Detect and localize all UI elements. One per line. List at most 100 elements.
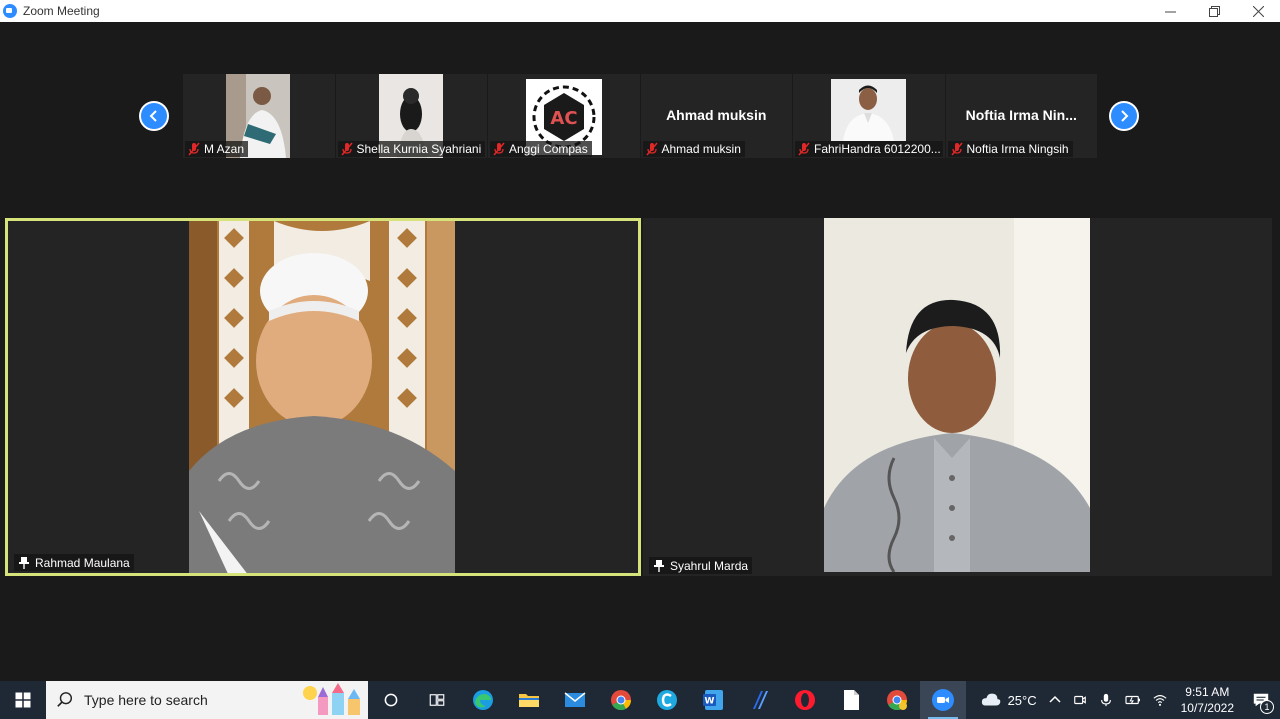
participant-thumbnail[interactable]: M Azan (183, 74, 335, 158)
search-highlight-icon (303, 683, 360, 715)
participant-name: Shella Kurnia Syahriani (356, 142, 482, 156)
meet-now-icon (1073, 695, 1086, 705)
taskbar-app-word[interactable]: W (690, 681, 736, 719)
participant-video (831, 79, 906, 141)
speaker-name: Rahmad Maulana (35, 555, 130, 570)
taskbar-app-edge[interactable] (460, 681, 506, 719)
microphone-icon (1100, 693, 1111, 707)
zoom-icon (932, 689, 954, 711)
participant-thumbnail[interactable]: FahriHandra 6012200... (793, 74, 945, 158)
taskbar-app-pen[interactable] (736, 681, 782, 719)
pen-app-icon (753, 691, 768, 709)
participant-label: Noftia Irma Ningsih (947, 141, 1073, 157)
cortana-button[interactable] (368, 681, 414, 719)
participant-thumbnail[interactable]: Shella Kurnia Syahriani (335, 74, 487, 158)
zoom-app-icon (3, 4, 17, 18)
restore-icon (1208, 5, 1220, 17)
task-view-button[interactable] (414, 681, 460, 719)
clock-time: 9:51 AM (1185, 685, 1230, 699)
taskbar-search[interactable] (46, 681, 368, 719)
battery-button[interactable] (1119, 681, 1147, 719)
close-button[interactable] (1236, 0, 1280, 22)
previous-page-button[interactable] (139, 101, 169, 131)
edge-icon (473, 690, 493, 710)
notification-center-button[interactable]: 1 (1242, 681, 1280, 719)
clock-date: 10/7/2022 (1180, 701, 1234, 715)
muted-mic-icon (493, 142, 505, 156)
taskbar-app-chrome[interactable] (598, 681, 644, 719)
participant-name: Anggi Compas (509, 142, 588, 156)
search-icon (57, 692, 73, 707)
main-video-speaker[interactable]: Rahmad Maulana (5, 218, 641, 576)
taskbar-app-c[interactable] (644, 681, 690, 719)
taskbar-app-file-explorer[interactable] (506, 681, 552, 719)
cortana-icon (384, 693, 398, 707)
window-controls (1148, 0, 1280, 22)
restore-button[interactable] (1192, 0, 1236, 22)
weather-temperature: 25°C (1007, 692, 1037, 708)
taskbar-app-zoom[interactable] (920, 681, 966, 719)
close-icon (1252, 5, 1264, 17)
pin-icon (654, 559, 664, 572)
system-tray: 25°C 9:51 AM 10/7/2022 1 (974, 681, 1280, 719)
participant-name: Ahmad muksin (661, 142, 741, 156)
participant-thumbnail[interactable]: Noftia Irma Nin... Noftia Irma Ningsih (945, 74, 1097, 158)
muted-mic-icon (188, 142, 200, 156)
chevron-right-icon (1121, 110, 1129, 122)
participant-name: Syahrul Marda (670, 558, 749, 573)
participant-label: M Azan (185, 141, 249, 157)
wifi-button[interactable] (1147, 681, 1173, 719)
notification-badge: 1 (1260, 700, 1274, 714)
taskbar-clock[interactable]: 9:51 AM 10/7/2022 (1173, 684, 1242, 716)
muted-mic-icon (798, 142, 810, 156)
muted-mic-icon (950, 142, 963, 156)
c-app-icon (657, 690, 677, 710)
chevron-left-icon (149, 110, 157, 122)
next-page-button[interactable] (1109, 101, 1139, 131)
windows-start-icon (15, 692, 31, 708)
opera-icon (795, 690, 815, 710)
chevron-up-icon (1049, 695, 1061, 703)
muted-mic-icon (645, 142, 658, 156)
participant-thumbnail[interactable]: Ahmad muksin Ahmad muksin (640, 74, 792, 158)
weather-widget[interactable]: 25°C (974, 681, 1043, 719)
participant-name: FahriHandra 6012200... (814, 142, 941, 156)
participant-label: Anggi Compas (490, 141, 592, 157)
main-video-participant[interactable]: Syahrul Marda (643, 218, 1272, 576)
thumbnail-strip: M Azan Shella Kurnia Syahriani AC Anggi … (183, 74, 1097, 158)
participant-label: FahriHandra 6012200... (795, 141, 943, 157)
battery-icon (1125, 695, 1140, 705)
participant-video-feed (824, 218, 1090, 573)
task-view-icon (429, 694, 445, 706)
start-button[interactable] (0, 681, 46, 719)
video-name-tag: Syahrul Marda (649, 557, 753, 574)
svg-text:W: W (705, 697, 715, 707)
wifi-icon (1153, 695, 1167, 706)
taskbar: W 25°C 9:51 AM (0, 681, 1280, 719)
taskbar-app-chrome-profile[interactable] (874, 681, 920, 719)
participant-display-name: Noftia Irma Nin... (965, 107, 1077, 123)
taskbar-app-file[interactable] (828, 681, 874, 719)
muted-mic-icon (340, 142, 353, 156)
minimize-button[interactable] (1148, 0, 1192, 22)
participant-label: Shella Kurnia Syahriani (337, 141, 486, 157)
avatar-initials: AC (550, 108, 577, 129)
participant-display-name: Ahmad muksin (666, 107, 767, 123)
cloud-icon (981, 693, 1000, 706)
search-input[interactable] (84, 692, 284, 708)
pin-icon (19, 556, 29, 569)
show-hidden-icons-button[interactable] (1043, 681, 1067, 719)
taskbar-app-mail[interactable] (552, 681, 598, 719)
participant-name: M Azan (204, 142, 245, 156)
taskbar-app-opera[interactable] (782, 681, 828, 719)
microphone-button[interactable] (1093, 681, 1119, 719)
window-title: Zoom Meeting (23, 4, 100, 18)
speaker-video-feed (189, 221, 455, 573)
video-name-tag: Rahmad Maulana (14, 554, 134, 571)
title-bar: Zoom Meeting (0, 0, 1280, 22)
participant-thumbnail[interactable]: AC Anggi Compas (488, 74, 640, 158)
meeting-area: M Azan Shella Kurnia Syahriani AC Anggi … (0, 22, 1280, 681)
meet-now-button[interactable] (1067, 681, 1093, 719)
file-icon (844, 690, 859, 710)
participant-name: Noftia Irma Ningsih (966, 142, 1069, 156)
